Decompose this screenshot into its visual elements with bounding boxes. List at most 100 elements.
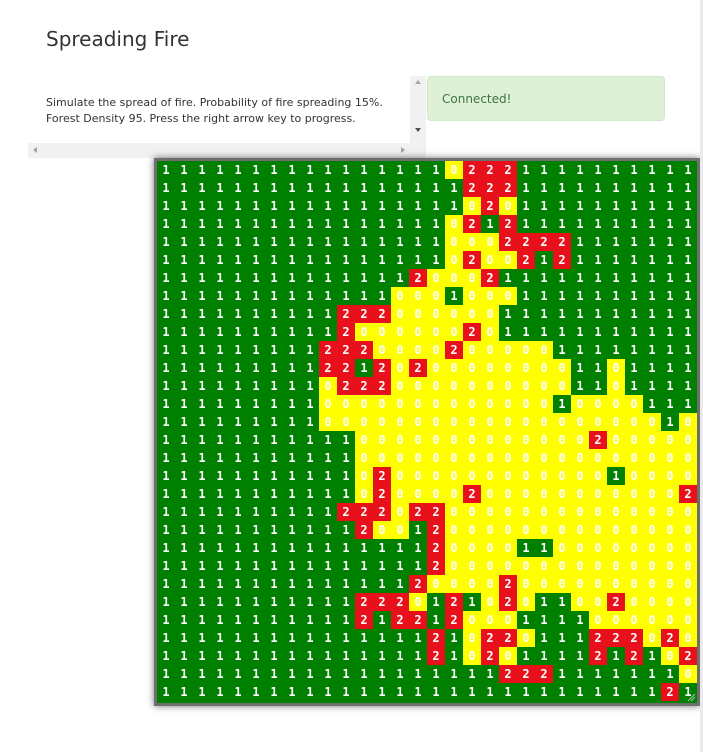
burning-cell: 2 (535, 233, 553, 251)
scroll-left-arrow-icon[interactable] (33, 147, 37, 153)
tree-cell: 1 (535, 161, 553, 179)
tree-cell: 1 (175, 287, 193, 305)
tree-cell: 1 (409, 521, 427, 539)
tree-cell: 1 (337, 233, 355, 251)
tree-cell: 1 (301, 611, 319, 629)
burning-cell: 2 (463, 485, 481, 503)
burnt-cell: 0 (445, 503, 463, 521)
burnt-cell: 0 (625, 521, 643, 539)
tree-cell: 1 (301, 215, 319, 233)
burning-cell: 2 (661, 683, 679, 701)
burnt-cell: 0 (643, 611, 661, 629)
tree-cell: 1 (391, 269, 409, 287)
tree-cell: 1 (301, 305, 319, 323)
tree-cell: 1 (337, 179, 355, 197)
burning-cell: 2 (553, 233, 571, 251)
tree-cell: 1 (679, 377, 697, 395)
tree-cell: 1 (247, 269, 265, 287)
vertical-scrollbar[interactable] (410, 76, 426, 158)
burnt-cell: 0 (445, 521, 463, 539)
tree-cell: 1 (175, 431, 193, 449)
tree-cell: 1 (157, 539, 175, 557)
scroll-down-arrow-icon[interactable] (415, 128, 421, 132)
tree-cell: 1 (643, 665, 661, 683)
tree-cell: 1 (247, 287, 265, 305)
burnt-cell: 0 (517, 449, 535, 467)
burnt-cell: 0 (463, 449, 481, 467)
tree-cell: 1 (157, 467, 175, 485)
burnt-cell: 0 (517, 431, 535, 449)
burning-cell: 2 (373, 485, 391, 503)
tree-cell: 1 (499, 305, 517, 323)
fire-grid[interactable]: 1111111111111111022211111111111111111111… (157, 161, 697, 701)
burnt-cell: 0 (427, 467, 445, 485)
burnt-cell: 0 (553, 413, 571, 431)
tree-cell: 1 (589, 665, 607, 683)
tree-cell: 1 (643, 179, 661, 197)
burning-cell: 2 (517, 665, 535, 683)
tree-cell: 1 (247, 647, 265, 665)
tree-cell: 1 (625, 377, 643, 395)
resize-handle-icon[interactable] (686, 692, 696, 702)
tree-cell: 1 (535, 629, 553, 647)
tree-cell: 1 (571, 287, 589, 305)
tree-cell: 1 (571, 359, 589, 377)
tree-cell: 1 (283, 251, 301, 269)
burnt-cell: 0 (391, 467, 409, 485)
burnt-cell: 0 (625, 503, 643, 521)
tree-cell: 1 (175, 395, 193, 413)
burnt-cell: 0 (481, 341, 499, 359)
burnt-cell: 0 (517, 557, 535, 575)
tree-cell: 1 (283, 611, 301, 629)
tree-cell: 1 (247, 233, 265, 251)
tree-cell: 1 (247, 665, 265, 683)
fire-board[interactable]: 1111111111111111022211111111111111111111… (154, 158, 700, 706)
tree-cell: 1 (301, 341, 319, 359)
burning-cell: 2 (661, 629, 679, 647)
tree-cell: 1 (337, 197, 355, 215)
burnt-cell: 0 (445, 233, 463, 251)
burning-cell: 2 (409, 611, 427, 629)
burnt-cell: 0 (589, 467, 607, 485)
tree-cell: 1 (427, 197, 445, 215)
burnt-cell: 0 (373, 323, 391, 341)
burnt-cell: 0 (481, 323, 499, 341)
tree-cell: 1 (157, 521, 175, 539)
tree-cell: 1 (373, 269, 391, 287)
burnt-cell: 0 (481, 413, 499, 431)
burnt-cell: 0 (445, 269, 463, 287)
tree-cell: 1 (481, 215, 499, 233)
burnt-cell: 0 (391, 521, 409, 539)
tree-cell: 1 (211, 215, 229, 233)
tree-cell: 1 (391, 629, 409, 647)
burnt-cell: 0 (607, 377, 625, 395)
scroll-up-arrow-icon[interactable] (415, 80, 421, 84)
burnt-cell: 0 (427, 341, 445, 359)
burnt-cell: 0 (535, 359, 553, 377)
tree-cell: 1 (319, 251, 337, 269)
burnt-cell: 0 (607, 431, 625, 449)
tree-cell: 1 (211, 251, 229, 269)
tree-cell: 1 (211, 413, 229, 431)
tree-cell: 1 (211, 647, 229, 665)
tree-cell: 1 (265, 521, 283, 539)
burning-cell: 2 (463, 161, 481, 179)
horizontal-scrollbar[interactable] (28, 143, 410, 158)
tree-cell: 1 (535, 323, 553, 341)
tree-cell: 1 (679, 251, 697, 269)
burnt-cell: 0 (499, 287, 517, 305)
tree-cell: 1 (193, 485, 211, 503)
tree-cell: 1 (211, 683, 229, 701)
scroll-right-arrow-icon[interactable] (401, 147, 405, 153)
burnt-cell: 0 (607, 575, 625, 593)
tree-cell: 1 (571, 611, 589, 629)
tree-cell: 1 (445, 287, 463, 305)
tree-cell: 1 (445, 629, 463, 647)
burnt-cell: 0 (463, 431, 481, 449)
tree-cell: 1 (157, 161, 175, 179)
tree-cell: 1 (157, 341, 175, 359)
tree-cell: 1 (319, 305, 337, 323)
burnt-cell: 0 (427, 395, 445, 413)
burnt-cell: 0 (409, 323, 427, 341)
tree-cell: 1 (319, 431, 337, 449)
